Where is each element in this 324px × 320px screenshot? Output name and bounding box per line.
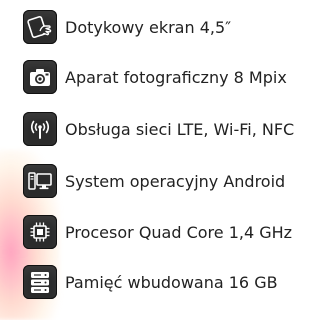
feature-label: Aparat fotograficzny 8 Mpix bbox=[65, 67, 287, 87]
feature-label: Pamięć wbudowana 16 GB bbox=[65, 272, 278, 292]
touchscreen-hand-icon bbox=[23, 10, 57, 44]
feature-label: Procesor Quad Core 1,4 GHz bbox=[65, 222, 293, 242]
feature-list: Dotykowy ekran 4,5″ Aparat fotograficzny… bbox=[0, 0, 324, 305]
feature-label: Obsługa sieci LTE, Wi-Fi, NFC bbox=[65, 119, 295, 139]
feature-item-network: Obsługa sieci LTE, Wi-Fi, NFC bbox=[23, 112, 294, 146]
camera-icon bbox=[23, 60, 57, 94]
processor-chip-icon bbox=[23, 215, 57, 249]
feature-label: Dotykowy ekran 4,5″ bbox=[65, 17, 232, 37]
wireless-signal-icon bbox=[23, 112, 57, 146]
feature-item-touchscreen: Dotykowy ekran 4,5″ bbox=[23, 10, 231, 44]
feature-item-storage: Pamięć wbudowana 16 GB bbox=[23, 265, 278, 299]
feature-item-processor: Procesor Quad Core 1,4 GHz bbox=[23, 215, 292, 249]
server-storage-icon bbox=[23, 265, 57, 299]
feature-label: System operacyjny Android bbox=[65, 171, 286, 191]
feature-item-camera: Aparat fotograficzny 8 Mpix bbox=[23, 60, 287, 94]
desktop-computer-icon bbox=[23, 164, 57, 198]
feature-item-os: System operacyjny Android bbox=[23, 164, 285, 198]
